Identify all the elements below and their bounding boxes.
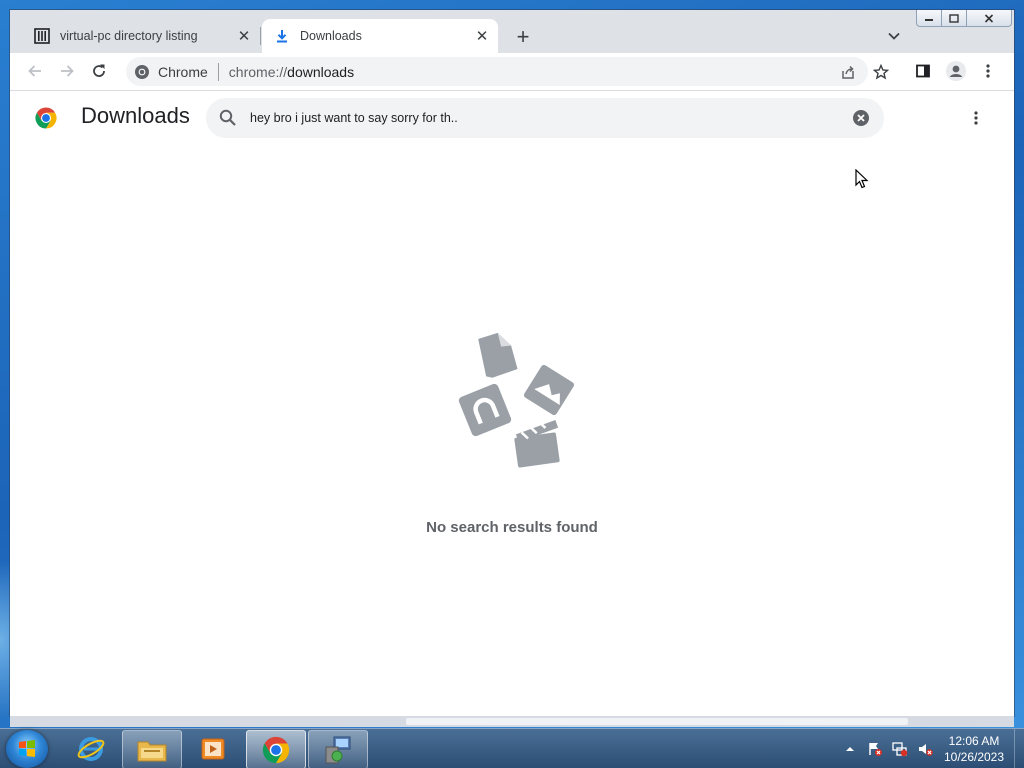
- search-input[interactable]: [250, 108, 830, 128]
- image-file-icon: [523, 364, 575, 416]
- share-button[interactable]: [838, 62, 858, 82]
- page-title: Downloads: [81, 103, 190, 128]
- browser-menu-button[interactable]: [975, 58, 1001, 84]
- volume-muted-icon[interactable]: [915, 739, 935, 759]
- horizontal-scrollbar[interactable]: [10, 716, 1014, 727]
- reload-button[interactable]: [86, 58, 112, 84]
- search-icon: [218, 108, 238, 128]
- site-label: Chrome: [158, 63, 208, 80]
- download-icon: [274, 28, 290, 44]
- clock-time: 12:06 AM: [948, 734, 1000, 748]
- tab-title: Downloads: [300, 29, 362, 43]
- tab-directory-listing[interactable]: virtual-pc directory listing ✕: [22, 19, 260, 53]
- network-icon[interactable]: [890, 739, 910, 759]
- url-text[interactable]: chrome://downloads: [229, 64, 868, 80]
- browser-toolbar: Chrome chrome://downloads: [10, 53, 1014, 91]
- minimize-icon: [925, 19, 933, 21]
- taskbar-clock[interactable]: 12:06 AM 10/26/2023: [938, 733, 1010, 765]
- taskbar: 12:06 AM 10/26/2023: [0, 728, 1024, 768]
- window-controls: [916, 10, 1012, 27]
- bookmark-button[interactable]: [871, 62, 891, 82]
- restore-button[interactable]: [942, 10, 967, 27]
- close-icon[interactable]: ✕: [234, 26, 254, 46]
- close-icon[interactable]: ✕: [472, 26, 492, 46]
- forward-button[interactable]: [54, 58, 80, 84]
- downloads-menu-button[interactable]: [964, 106, 988, 130]
- chrome-logo-icon: [135, 64, 149, 79]
- action-center-icon[interactable]: [865, 739, 885, 759]
- url-path: downloads: [287, 63, 355, 80]
- start-button[interactable]: [6, 730, 48, 768]
- address-bar[interactable]: Chrome chrome://downloads: [126, 57, 889, 86]
- show-hidden-icons-button[interactable]: [840, 739, 860, 759]
- taskbar-file-explorer[interactable]: [122, 730, 182, 768]
- side-panel-button[interactable]: [910, 58, 936, 84]
- clear-icon: [853, 110, 869, 126]
- system-tray: [840, 729, 940, 768]
- clock-date: 10/26/2023: [943, 750, 1005, 764]
- new-tab-button[interactable]: +: [510, 24, 536, 50]
- search-field[interactable]: [206, 98, 884, 138]
- arrow-right-icon: [61, 65, 74, 77]
- network-setup-icon: [325, 736, 351, 763]
- url-scheme: chrome://: [228, 63, 288, 80]
- show-desktop-button[interactable]: [1014, 729, 1024, 768]
- omnibox-divider: [217, 62, 219, 81]
- document-icon: [478, 332, 518, 378]
- scrollbar-thumb[interactable]: [406, 718, 908, 725]
- side-panel-icon: [916, 64, 930, 78]
- empty-state-message: No search results found: [426, 519, 598, 536]
- windows-logo-icon: [19, 740, 35, 757]
- video-file-icon: [514, 420, 560, 468]
- close-icon: [984, 13, 994, 23]
- tab-title: virtual-pc directory listing: [60, 29, 198, 43]
- chrome-logo-icon: [34, 106, 58, 130]
- audio-file-icon: [458, 383, 512, 437]
- reload-icon: [93, 64, 105, 77]
- tab-downloads[interactable]: Downloads ✕: [262, 19, 498, 53]
- clear-search-button[interactable]: [852, 109, 870, 127]
- tab-search-button[interactable]: [882, 24, 906, 48]
- minimize-button[interactable]: [916, 10, 942, 27]
- restore-icon: [949, 13, 959, 23]
- taskbar-media-player[interactable]: [184, 730, 242, 767]
- back-button[interactable]: [22, 58, 48, 84]
- site-info-chip[interactable]: Chrome: [126, 64, 208, 80]
- taskbar-chrome[interactable]: [246, 730, 306, 768]
- star-icon: [873, 64, 889, 80]
- directory-icon: [34, 28, 50, 44]
- share-icon: [842, 65, 854, 79]
- more-vert-icon: [974, 111, 978, 125]
- taskbar-internet-explorer[interactable]: [62, 730, 120, 767]
- profile-button[interactable]: [943, 58, 969, 84]
- avatar-icon: [946, 61, 966, 81]
- mouse-cursor-icon: [855, 168, 869, 194]
- more-vert-icon: [986, 64, 990, 78]
- chrome-icon: [262, 736, 290, 763]
- browser-window: virtual-pc directory listing ✕ Downloads…: [10, 10, 1014, 716]
- window-close-button[interactable]: [967, 10, 1012, 27]
- empty-downloads-illustration: [450, 331, 575, 481]
- tab-strip: virtual-pc directory listing ✕ Downloads…: [10, 10, 1014, 53]
- media-player-icon: [201, 738, 225, 759]
- chevron-up-icon: [846, 747, 854, 751]
- arrow-left-icon: [28, 65, 41, 77]
- chevron-down-icon: [888, 32, 900, 40]
- tab-divider: [260, 27, 261, 45]
- taskbar-network-setup[interactable]: [308, 730, 368, 768]
- file-explorer-icon: [137, 741, 167, 761]
- downloads-page: Downloads hey bro i just want to say sor…: [10, 91, 1014, 716]
- internet-explorer-icon: [77, 736, 105, 761]
